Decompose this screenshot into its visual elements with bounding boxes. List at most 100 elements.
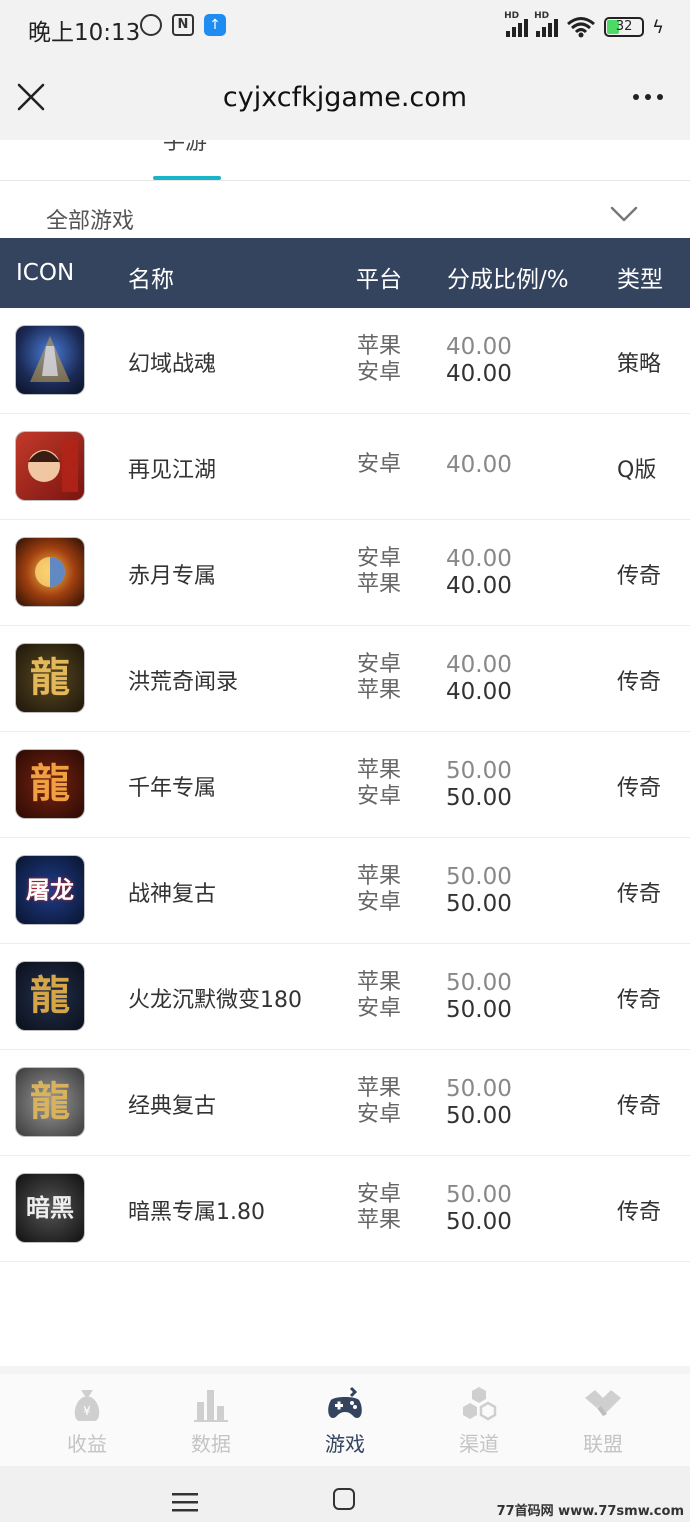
- game-type: 传奇: [617, 670, 662, 695]
- ratio-value: 50.00: [446, 891, 512, 917]
- table-row[interactable]: 龍 千年专属 苹果 安卓 50.00 50.00 传奇: [0, 732, 690, 838]
- platform: 苹果: [357, 334, 402, 359]
- game-type: 传奇: [617, 1094, 662, 1119]
- platform-list: 安卓: [357, 452, 401, 478]
- upload-icon: ↑: [204, 14, 226, 36]
- nav-item-alliance[interactable]: 联盟: [553, 1384, 653, 1457]
- platform-list: 安卓 苹果: [357, 1182, 401, 1234]
- table-row[interactable]: 再见江湖 安卓 40.00 Q版: [0, 414, 690, 520]
- ratio-value: 50.00: [446, 758, 512, 784]
- status-time: 晚上10:13: [28, 20, 141, 46]
- platform: 安卓: [357, 452, 402, 477]
- nav-item-games[interactable]: 游戏: [295, 1384, 395, 1457]
- ratio-value: 40.00: [446, 546, 512, 572]
- platform-list: 苹果 安卓: [357, 1076, 401, 1128]
- nav-divider: [0, 1366, 690, 1374]
- table-header: ICON 名称 平台 分成比例/% 类型: [0, 238, 690, 308]
- game-name: 战神复古: [128, 882, 217, 907]
- table-row[interactable]: 赤月专属 安卓 苹果 40.00 40.00 传奇: [0, 520, 690, 626]
- game-filter-dropdown[interactable]: 全部游戏: [0, 181, 690, 238]
- platform: 安卓: [357, 784, 402, 809]
- hexagons-icon: [463, 1387, 497, 1421]
- nav-item-channels[interactable]: 渠道: [429, 1384, 529, 1457]
- ratio-value: 50.00: [446, 864, 512, 890]
- platform: 苹果: [357, 678, 402, 703]
- table-row[interactable]: 龍 火龙沉默微变180 苹果 安卓 50.00 50.00 传奇: [0, 944, 690, 1050]
- ratio-list: 50.00 50.00: [446, 970, 512, 1024]
- battery-icon: 32: [604, 17, 645, 37]
- page-title: cyjxcfkjgame.com: [222, 82, 468, 113]
- home-button[interactable]: [333, 1488, 355, 1510]
- dragon-silver-icon: 龍: [16, 1068, 84, 1136]
- menu-icon[interactable]: [172, 1492, 198, 1512]
- game-name: 千年专属: [128, 776, 217, 801]
- nav-item-income[interactable]: ¥ 收益: [37, 1384, 137, 1457]
- game-name: 赤月专属: [128, 564, 217, 589]
- tab-strip: 手游: [0, 140, 690, 181]
- jianghu-hero-icon: [16, 432, 84, 500]
- dragon-gold-icon: 龍: [16, 644, 84, 712]
- table-row[interactable]: 暗黑 暗黑专属1.80 安卓 苹果 50.00 50.00 传奇: [0, 1156, 690, 1262]
- ratio-value: 40.00: [446, 652, 512, 678]
- game-name: 洪荒奇闻录: [128, 670, 239, 695]
- platform: 安卓: [357, 996, 402, 1021]
- game-type: 传奇: [617, 988, 662, 1013]
- table-row[interactable]: 幻域战魂 苹果 安卓 40.00 40.00 策略: [0, 308, 690, 414]
- game-type: 策略: [617, 352, 662, 377]
- platform: 苹果: [357, 970, 402, 995]
- game-table-body: 幻域战魂 苹果 安卓 40.00 40.00 策略 再见江湖 安卓 40.00 …: [0, 308, 690, 1262]
- ratio-value: 40.00: [446, 452, 512, 478]
- game-type: 传奇: [617, 1200, 662, 1225]
- ratio-value: 50.00: [446, 785, 512, 811]
- dragon-blue-icon: 龍: [16, 962, 84, 1030]
- table-row[interactable]: 龍 经典复古 苹果 安卓 50.00 50.00 传奇: [0, 1050, 690, 1156]
- platform-list: 苹果 安卓: [357, 758, 401, 810]
- money-bag-icon: ¥: [74, 1390, 100, 1421]
- platform: 苹果: [357, 864, 402, 889]
- ratio-list: 50.00 50.00: [446, 1076, 512, 1130]
- nav-item-data[interactable]: 数据: [161, 1384, 261, 1457]
- ratio-value: 50.00: [446, 1209, 512, 1235]
- column-header-platform: 平台: [356, 267, 402, 293]
- ratio-list: 50.00 50.00: [446, 758, 512, 812]
- system-nav-bar: 77首码网 www.77smw.com: [0, 1466, 690, 1522]
- ratio-list: 40.00 40.00: [446, 334, 512, 388]
- platform-list: 苹果 安卓: [357, 970, 401, 1022]
- game-type: 传奇: [617, 776, 662, 801]
- ratio-value: 50.00: [446, 1182, 512, 1208]
- gamepad-icon: [328, 1386, 362, 1418]
- chevron-down-icon: [610, 206, 638, 222]
- ratio-list: 50.00 50.00: [446, 1182, 512, 1236]
- platform-list: 苹果 安卓: [357, 864, 401, 916]
- platform: 安卓: [357, 1182, 402, 1207]
- platform: 安卓: [357, 360, 402, 385]
- table-row[interactable]: 龍 洪荒奇闻录 安卓 苹果 40.00 40.00 传奇: [0, 626, 690, 732]
- game-type: 传奇: [617, 882, 662, 907]
- column-header-ratio: 分成比例/%: [447, 267, 569, 293]
- game-name: 幻域战魂: [128, 352, 217, 377]
- platform-list: 安卓 苹果: [357, 546, 401, 598]
- platform: 安卓: [357, 890, 402, 915]
- game-name: 火龙沉默微变180: [128, 988, 302, 1013]
- ratio-value: 40.00: [446, 679, 512, 705]
- status-icons-left: N ↑: [140, 14, 226, 36]
- table-row[interactable]: 屠龙 战神复古 苹果 安卓 50.00 50.00 传奇: [0, 838, 690, 944]
- ratio-value: 40.00: [446, 573, 512, 599]
- platform-list: 苹果 安卓: [357, 334, 401, 386]
- ratio-list: 40.00 40.00: [446, 652, 512, 706]
- handshake-icon: [585, 1390, 621, 1416]
- game-name: 暗黑专属1.80: [128, 1200, 265, 1225]
- game-type: 传奇: [617, 564, 662, 589]
- ratio-list: 40.00: [446, 452, 512, 479]
- platform: 苹果: [357, 572, 402, 597]
- platform: 苹果: [357, 1208, 402, 1233]
- signal-icon: HD: [534, 11, 559, 37]
- charging-icon: ϟ: [652, 16, 664, 38]
- tab-mobile-games[interactable]: 手游: [163, 140, 207, 156]
- ratio-value: 40.00: [446, 361, 512, 387]
- alarm-icon: [140, 14, 162, 36]
- wifi-icon: [567, 17, 596, 38]
- dragon-red-icon: 龍: [16, 750, 84, 818]
- more-icon[interactable]: [628, 80, 668, 114]
- game-name: 经典复古: [128, 1094, 217, 1119]
